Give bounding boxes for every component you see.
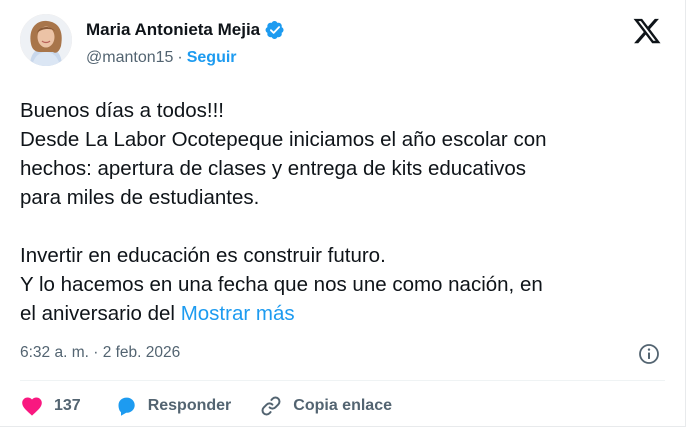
text-fragment: el aniversario del bbox=[20, 302, 175, 325]
reply-button[interactable]: Responder bbox=[114, 394, 232, 418]
author-name-row: Maria Antonieta Mejia bbox=[86, 20, 285, 40]
text-line-last: el aniversario del Mostrar más bbox=[20, 299, 660, 328]
like-button[interactable]: 137 bbox=[20, 394, 81, 418]
x-logo-icon[interactable] bbox=[632, 16, 662, 46]
text-line: hechos: apertura de clases y entrega de … bbox=[20, 157, 526, 180]
text-line: Buenos días a todos!!! bbox=[20, 99, 224, 122]
action-bar: 137 Responder Copia enlace bbox=[20, 392, 392, 420]
text-line: para miles de estudiantes. bbox=[20, 186, 260, 209]
tweet-card: Maria Antonieta Mejia @manton15 · Seguir… bbox=[0, 0, 686, 427]
text-line: Desde La Labor Ocotepeque iniciamos el a… bbox=[20, 128, 547, 151]
divider bbox=[20, 380, 665, 381]
link-icon bbox=[261, 396, 281, 416]
heart-icon bbox=[22, 397, 42, 416]
separator: · bbox=[177, 49, 183, 66]
timestamp[interactable]: 6:32 a. m. · 2 feb. 2026 bbox=[20, 344, 180, 362]
tweet-text: Buenos días a todos!!! Desde La Labor Oc… bbox=[20, 96, 660, 328]
author-name[interactable]: Maria Antonieta Mejia bbox=[86, 20, 260, 40]
like-count: 137 bbox=[54, 397, 81, 414]
follow-button[interactable]: Seguir bbox=[187, 49, 237, 67]
reply-bubble-icon bbox=[118, 397, 135, 416]
show-more-link[interactable]: Mostrar más bbox=[181, 302, 295, 325]
verified-badge-icon bbox=[265, 21, 284, 39]
text-line: Invertir en educación es construir futur… bbox=[20, 244, 386, 267]
author-handle[interactable]: @manton15 bbox=[86, 49, 173, 67]
copy-link-button[interactable]: Copia enlace bbox=[259, 394, 392, 418]
copy-link-label: Copia enlace bbox=[293, 397, 392, 414]
text-line: Y lo hacemos en una fecha que nos une co… bbox=[20, 273, 543, 296]
avatar-image bbox=[20, 14, 72, 66]
avatar[interactable] bbox=[20, 14, 72, 66]
info-icon[interactable] bbox=[637, 342, 661, 366]
reply-label: Responder bbox=[147, 397, 232, 414]
handle-row: @manton15 · Seguir bbox=[86, 49, 237, 67]
